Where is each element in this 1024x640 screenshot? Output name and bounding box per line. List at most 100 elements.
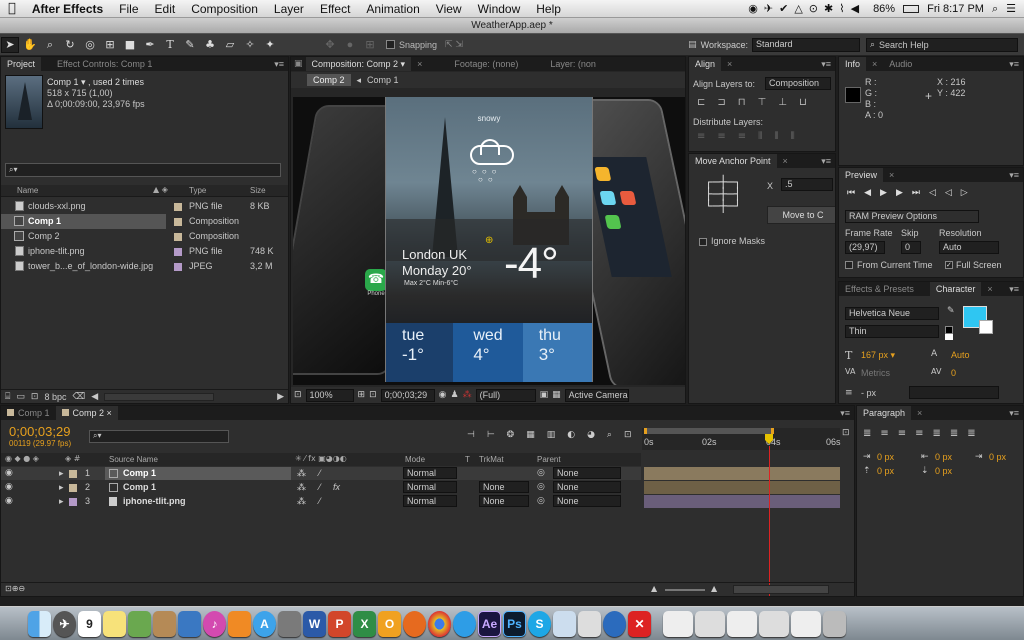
close-tab-icon[interactable]: × [721,57,738,71]
white-swatch[interactable] [945,334,953,340]
timecode-field[interactable]: 0;00;03;29 [380,388,435,402]
interpret-footage-icon[interactable]: ⌸ [5,392,10,402]
switch-quality-icon[interactable]: ⁄ [319,495,321,508]
breadcrumb-comp1[interactable]: Comp 1 [367,75,399,85]
panel-menu-icon[interactable]: ▾≡ [1009,59,1023,70]
menu-view[interactable]: View [428,2,470,16]
tab-composition[interactable]: Composition: Comp 2 ▾ [305,57,412,71]
stroke-width-value[interactable]: - px [861,388,876,398]
project-item[interactable]: clouds-xxl.png PNG file 8 KB [1,199,288,214]
zoom-select[interactable]: 100% [305,388,354,402]
minimized-window-icon[interactable] [695,610,725,637]
timeline-scrollbar[interactable] [733,585,829,594]
tab-timeline-comp1[interactable]: Comp 1 [1,406,56,420]
move-to-button[interactable]: Move to C [767,206,835,224]
tab-audio[interactable]: Audio [883,57,918,71]
expand-triangle-icon[interactable]: ▸ [59,495,64,508]
calendar-icon[interactable]: 9 [78,610,101,637]
layer-mode-select[interactable]: Normal [403,481,457,493]
panel-menu-icon[interactable]: ▾≡ [821,156,835,167]
axis-mode-icon-2[interactable]: ● [341,37,359,53]
selection-tool-icon[interactable]: ➤ [1,36,19,53]
ignore-masks-checkbox[interactable] [699,238,707,246]
breadcrumb-comp2[interactable]: Comp 2 [307,74,351,86]
minimized-window-icon[interactable] [791,610,821,637]
layer-name[interactable]: Comp 1 [123,481,156,494]
launchpad-icon[interactable]: ✈ [53,610,76,637]
puppet-tool-icon[interactable]: ✦ [261,37,279,53]
layer-mode-select[interactable]: Normal [403,467,457,479]
contacts-icon[interactable] [153,610,176,637]
tab-move-anchor[interactable]: Move Anchor Point [689,154,777,168]
col-source-name[interactable]: Source Name [109,455,158,464]
close-tab-icon[interactable]: × [866,57,883,71]
layer-mode-select[interactable]: Normal [403,495,457,507]
visibility-eye-icon[interactable]: ◉ [5,467,13,480]
layer-name[interactable]: Comp 1 [123,467,156,480]
visibility-eye-icon[interactable]: ◉ [5,481,13,494]
expand-triangle-icon[interactable]: ▸ [59,481,64,494]
workspace-select[interactable]: Standard [752,37,860,52]
new-folder-icon[interactable]: ▭ [16,392,25,402]
layer-label-swatch[interactable] [69,470,77,478]
word-icon[interactable]: W [303,610,326,637]
color-channel-icon[interactable]: ⁂ [463,390,472,400]
notes-icon[interactable] [103,610,126,637]
trash-icon[interactable]: ⌫ [73,392,86,402]
anchor-x-input[interactable]: .5 [781,178,833,191]
frame-rate-select[interactable]: (29,97) [845,241,885,254]
layer-row[interactable]: ◉ ▸ 2 Comp 1 ⁂ ⁄ fx Normal None ◎ None [1,481,641,494]
align-to-select[interactable]: Composition [765,77,831,90]
tab-effect-controls[interactable]: Effect Controls: Comp 1 [51,57,158,71]
full-screen-checkbox[interactable]: ✓ [945,261,953,269]
resolution-select[interactable]: Auto [939,241,999,254]
rectangle-tool-icon[interactable]: ■ [121,37,139,53]
close-tab-icon[interactable]: × [911,406,928,420]
search-help-field[interactable]: ⌕ Search Help [866,37,1018,52]
zoom-tool-icon[interactable]: ⌕ [41,37,59,53]
indent-right-value[interactable]: 0 px [935,452,952,462]
indent-left-value[interactable]: 0 px [877,452,894,462]
transparency-grid-icon[interactable]: ▦ [552,390,561,400]
panel-menu-icon[interactable]: ▾≡ [840,408,854,419]
trash-dock-icon[interactable] [823,610,846,637]
parent-pickwhip-icon[interactable]: ◎ [537,467,545,480]
snap-options-icon[interactable]: ⇱ ⇲ [445,40,463,50]
space-before-value[interactable]: 0 px [877,466,894,476]
region-icon[interactable]: ⊡ [369,390,377,400]
resolution-select[interactable]: (Full) [475,388,536,402]
close-tab-icon[interactable]: × [411,57,428,71]
tab-align[interactable]: Align [689,57,722,71]
keynote-icon[interactable] [178,610,201,637]
layer-row[interactable]: ◉ ▸ 3 iphone-tlit.png ⁂ ⁄ Normal None ◎ … [1,495,641,508]
switch-quality-icon[interactable]: ⁄ [319,481,321,494]
layer-name[interactable]: iphone-tlit.png [123,495,185,508]
parent-pickwhip-icon[interactable]: ◎ [537,495,545,508]
eraser-tool-icon[interactable]: ▱ [221,37,239,53]
layer-parent-select[interactable]: None [553,495,621,507]
kerning-value[interactable]: Metrics [861,368,890,378]
preview-app-icon[interactable] [278,610,301,637]
layer-parent-select[interactable]: None [553,467,621,479]
current-timecode[interactable]: 0;00;03;29 [9,424,70,439]
lock-icon[interactable]: ▣ [291,57,306,71]
close-tab-icon[interactable]: × [777,154,794,168]
clone-stamp-tool-icon[interactable]: ♣ [201,37,219,53]
scroll-left-icon[interactable]: ◀ [91,392,98,402]
horizontal-scrollbar[interactable] [104,392,215,401]
work-area-bar[interactable] [644,428,774,434]
app-menu[interactable]: After Effects [24,2,111,16]
pan-behind-tool-icon[interactable]: ⊞ [101,37,119,53]
dropbox-icon[interactable] [553,610,576,637]
panel-menu-icon[interactable]: ▾≡ [1009,170,1023,181]
panel-menu-icon[interactable]: ▾≡ [821,59,835,70]
layer-label-swatch[interactable] [69,484,77,492]
menu-edit[interactable]: Edit [147,2,184,16]
layer-duration-bar[interactable] [644,467,840,480]
snapshot-icon[interactable]: ◉ [439,390,447,400]
bpc-label[interactable]: 8 bpc [44,392,66,402]
scroll-right-icon[interactable]: ▶ [277,392,284,402]
outlook-icon[interactable]: O [378,610,401,637]
safari-icon[interactable] [453,610,476,637]
expand-triangle-icon[interactable]: ▸ [59,467,64,480]
